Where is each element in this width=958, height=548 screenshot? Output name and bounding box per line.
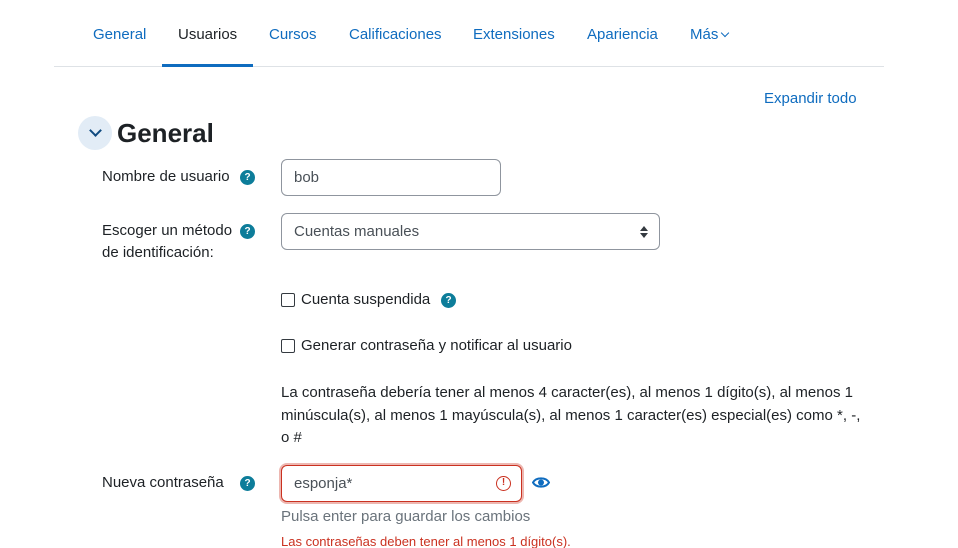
generate-password-label: Generar contraseña y notificar al usuari… — [301, 337, 572, 354]
generate-password-row: Generar contraseña y notificar al usuari… — [281, 337, 572, 354]
auth-method-label: Escoger un método de identificación: — [102, 222, 233, 261]
tab-usuarios[interactable]: Usuarios — [162, 0, 254, 67]
error-icon: ! — [496, 476, 511, 491]
eye-icon[interactable] — [532, 475, 550, 490]
help-icon[interactable]: ? — [240, 476, 255, 491]
suspended-row: Cuenta suspendida — [281, 291, 430, 308]
auth-method-select[interactable]: Cuentas manuales — [281, 213, 660, 250]
section-title: General — [117, 118, 214, 148]
tab-apariencia[interactable]: Apariencia — [587, 0, 658, 67]
new-password-label: Nueva contraseña — [102, 474, 224, 491]
auth-method-value: Cuentas manuales — [294, 223, 420, 240]
tab-calificaciones[interactable]: Calificaciones — [349, 0, 442, 67]
tab-cursos[interactable]: Cursos — [269, 0, 317, 67]
suspended-label: Cuenta suspendida — [301, 291, 431, 308]
new-password-value: esponja* — [294, 475, 353, 492]
tab-mas[interactable]: Más — [690, 0, 730, 67]
help-icon[interactable]: ? — [240, 170, 255, 185]
generate-password-checkbox[interactable] — [281, 338, 295, 353]
settings-tabs: General Usuarios Cursos Calificaciones E… — [54, 0, 884, 67]
new-password-input[interactable]: esponja* ! — [281, 465, 522, 502]
help-icon[interactable]: ? — [441, 293, 456, 308]
password-hint: Pulsa enter para guardar los cambios — [281, 508, 531, 525]
username-label: Nombre de usuario — [102, 168, 230, 185]
section-collapse-button[interactable] — [78, 116, 112, 150]
suspended-checkbox[interactable] — [281, 292, 295, 307]
tab-general[interactable]: General — [93, 0, 146, 67]
tab-extensiones[interactable]: Extensiones — [473, 0, 555, 67]
username-input[interactable]: bob — [281, 159, 501, 196]
password-error: Las contraseñas deben tener al menos 1 d… — [281, 534, 571, 548]
chevron-down-icon — [88, 123, 102, 137]
tab-mas-label: Más — [690, 26, 719, 43]
chevron-down-icon — [721, 28, 730, 38]
help-icon[interactable]: ? — [240, 224, 255, 239]
password-policy-text: La contraseña debería tener al menos 4 c… — [281, 384, 861, 446]
expand-all-link[interactable]: Expandir todo — [764, 90, 857, 107]
select-arrows-icon — [640, 226, 648, 238]
